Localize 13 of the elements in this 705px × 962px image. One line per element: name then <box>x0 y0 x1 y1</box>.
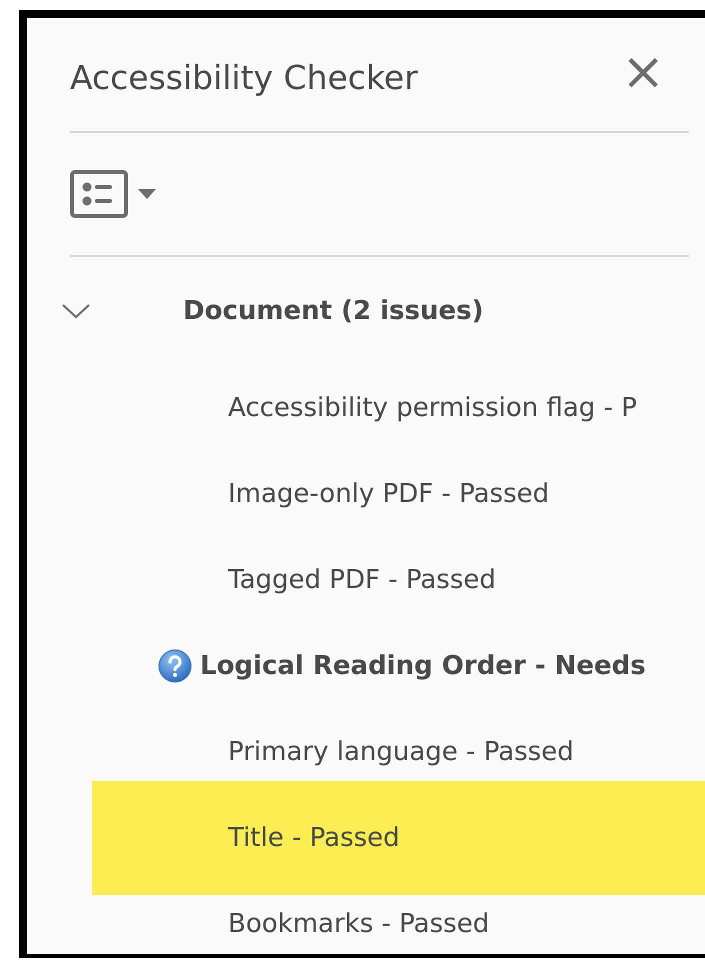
check-item[interactable]: Image-only PDF - Passed <box>27 451 705 537</box>
help-icon <box>158 649 192 683</box>
check-item[interactable]: Accessibility permission flag - P <box>27 365 705 451</box>
check-item[interactable]: Title - Passed <box>92 781 705 895</box>
close-button[interactable]: × <box>597 46 689 104</box>
check-item[interactable]: Logical Reading Order - Needs <box>27 623 705 709</box>
check-item[interactable]: Tagged PDF - Passed <box>27 537 705 623</box>
view-options-button[interactable] <box>70 170 156 218</box>
group-label: Document (2 issues) <box>183 296 484 326</box>
list-view-icon <box>70 170 128 218</box>
caret-icon <box>138 189 156 199</box>
panel-title: Accessibility Checker <box>70 58 418 97</box>
chevron-icon <box>61 303 91 319</box>
